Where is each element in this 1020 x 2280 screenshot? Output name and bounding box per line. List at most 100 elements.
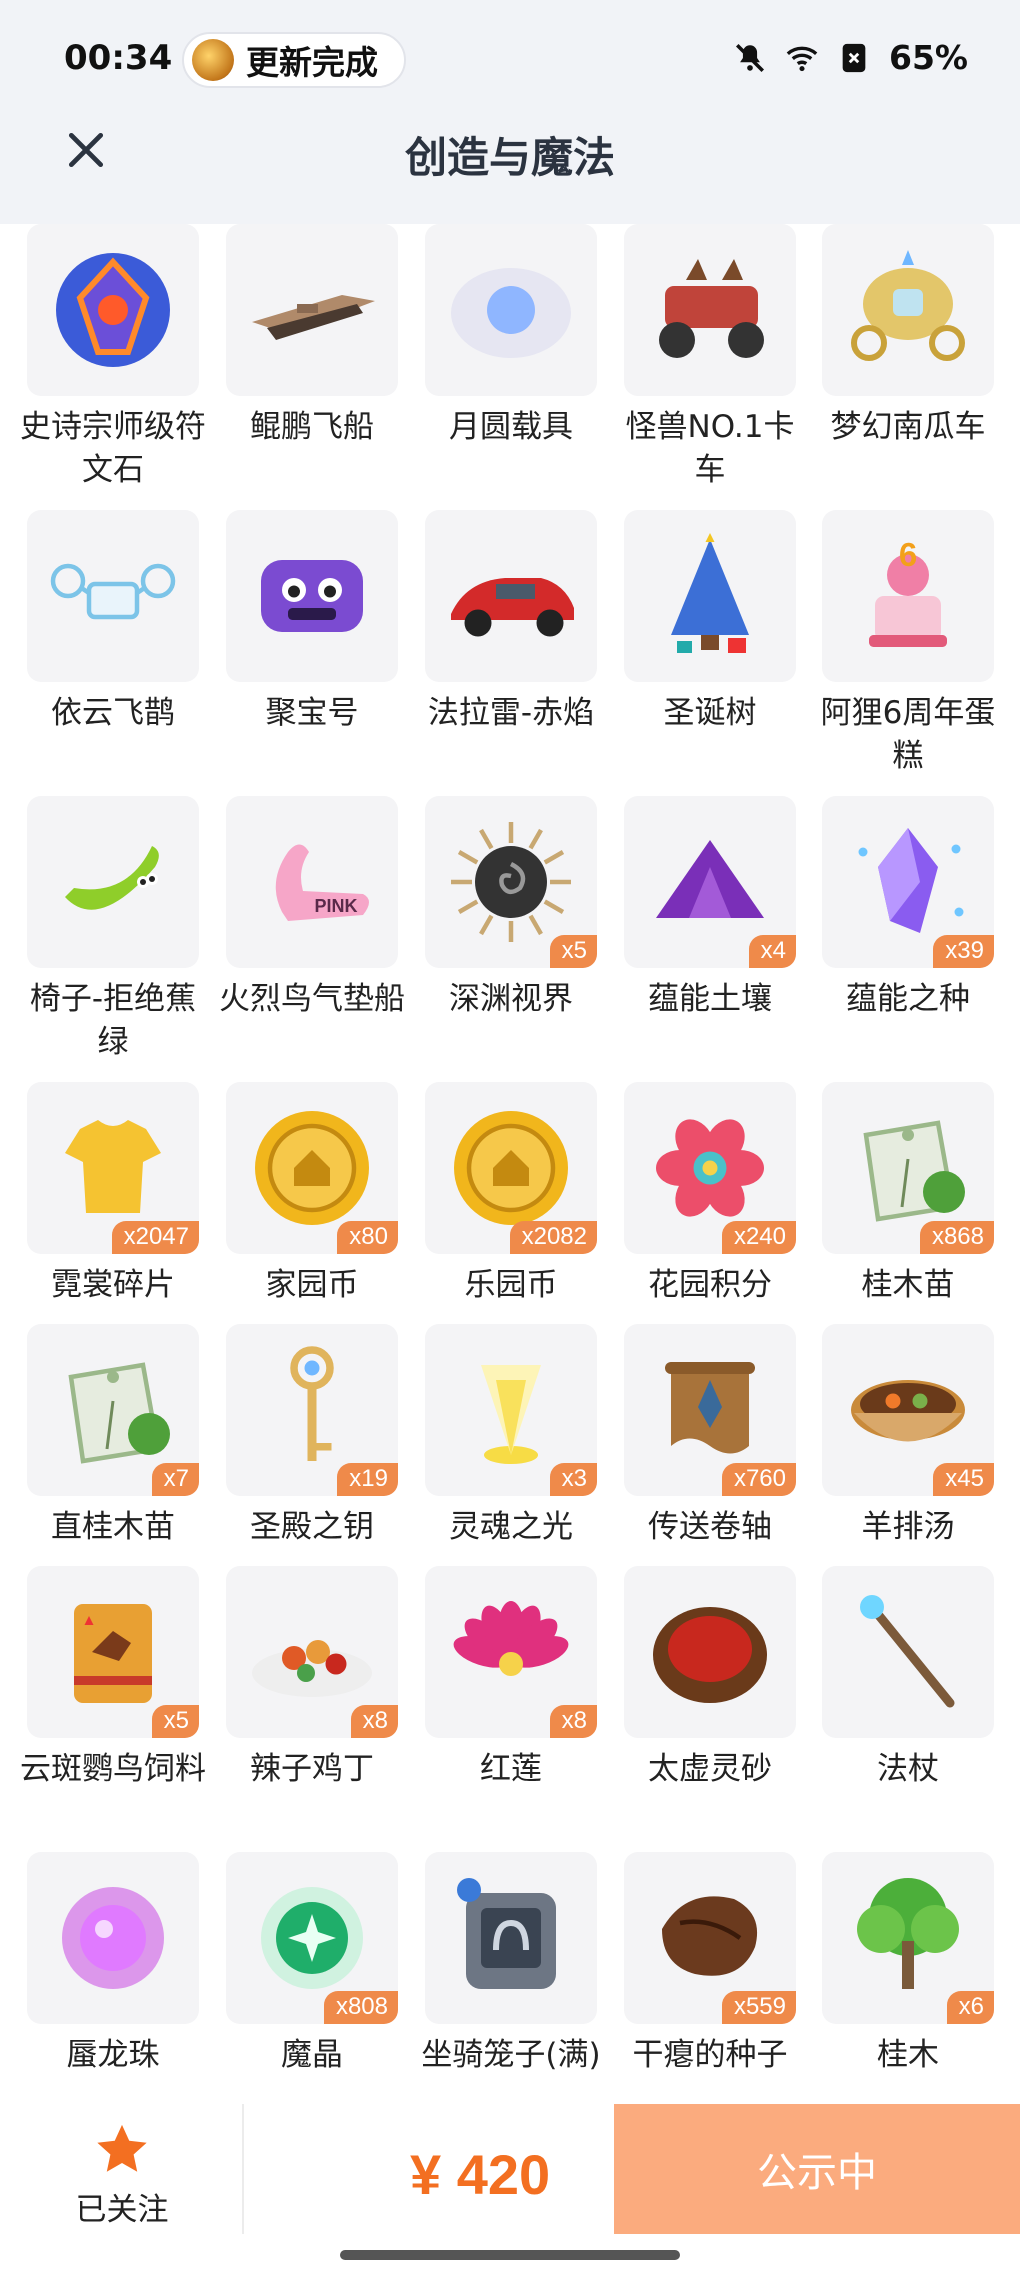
item-card[interactable]: x868 桂木苗: [808, 1082, 1008, 1307]
follow-button[interactable]: 已关注: [60, 2120, 184, 2229]
item-thumbnail: [624, 224, 796, 396]
item-name: 云斑鹦鸟饲料: [20, 1751, 206, 1787]
item-name: 干瘪的种子: [632, 2037, 788, 2073]
item-count-badge: x45: [933, 1463, 994, 1496]
item-card[interactable]: x8 红莲: [411, 1566, 611, 1791]
item-thumbnail: [27, 796, 199, 968]
item-thumbnail: [226, 510, 398, 682]
item-name: 乐园币: [464, 1267, 558, 1303]
page-title: 创造与魔法: [404, 133, 615, 182]
item-thumbnail: [425, 510, 597, 682]
item-thumbnail: x80: [226, 1082, 398, 1254]
item-count-badge: x8: [549, 1705, 597, 1738]
item-card[interactable]: 太虚灵砂: [610, 1566, 810, 1791]
item-name: 魔晶: [281, 2037, 343, 2073]
monster-truck-icon: [659, 259, 764, 358]
item-card[interactable]: 怪兽NO.1卡车: [610, 224, 810, 492]
item-name: 蜃龙珠: [66, 2037, 160, 2073]
mute-icon: [735, 43, 765, 72]
item-card[interactable]: 鲲鹏飞船: [212, 224, 412, 449]
item-name: 法拉雷-赤焰: [427, 695, 595, 731]
top-area: 00:34 更新完成 65% 创造与魔法: [0, 0, 1020, 224]
item-count-badge: x559: [721, 1991, 796, 2024]
item-card[interactable]: 坐骑笼子(满): [411, 1852, 611, 2077]
item-card[interactable]: x240 花园积分: [610, 1082, 810, 1307]
item-name: 直桂木苗: [51, 1509, 175, 1545]
system-icons: 65%: [733, 38, 968, 77]
item-card[interactable]: x2082 乐园币: [411, 1082, 611, 1307]
publicity-status-button[interactable]: 公示中: [614, 2104, 1020, 2234]
item-thumbnail: x6: [822, 1852, 994, 2024]
item-card[interactable]: x45 羊排汤: [808, 1324, 1008, 1549]
bottom-bar: 已关注 ¥ 420 公示中: [0, 2104, 1020, 2234]
item-card[interactable]: x5 云斑鹦鸟饲料: [13, 1566, 213, 1791]
item-card[interactable]: 史诗宗师级符文石: [13, 224, 213, 492]
item-thumbnail: x3: [425, 1324, 597, 1496]
item-thumbnail: [27, 510, 199, 682]
item-thumbnail: x240: [624, 1082, 796, 1254]
item-card[interactable]: 月圆载具: [411, 224, 611, 449]
item-thumbnail: x8: [226, 1566, 398, 1738]
item-card[interactable]: x7 直桂木苗: [13, 1324, 213, 1549]
item-card[interactable]: 椅子-拒绝蕉绿: [13, 796, 213, 1064]
follow-label: 已关注: [75, 2192, 169, 2228]
item-card[interactable]: x80 家园币: [212, 1082, 412, 1307]
item-card[interactable]: 6 阿狸6周年蛋糕: [808, 510, 1008, 778]
item-card[interactable]: 依云飞鹊: [13, 510, 213, 735]
red-sand-icon: [653, 1607, 767, 1703]
item-card[interactable]: x760 传送卷轴: [610, 1324, 810, 1549]
item-name: 桂木: [877, 2037, 939, 2073]
svg-text:6: 6: [899, 536, 917, 573]
item-thumbnail: [822, 1566, 994, 1738]
item-name: 坐骑笼子(满): [421, 2037, 601, 2073]
divider: [242, 2104, 244, 2234]
update-pill[interactable]: 更新完成: [182, 32, 406, 88]
item-card[interactable]: PINK 火烈鸟气垫船: [212, 796, 412, 1021]
item-thumbnail: [425, 1852, 597, 2024]
item-thumbnail: x8: [425, 1566, 597, 1738]
item-name: 蕴能之种: [846, 981, 970, 1017]
item-card[interactable]: x4 蕴能土壤: [610, 796, 810, 1021]
item-thumbnail: [27, 1852, 199, 2024]
battery-percent: 65%: [889, 38, 968, 77]
price: ¥ 420: [410, 2143, 551, 2206]
home-indicator[interactable]: [340, 2250, 680, 2260]
item-card[interactable]: x5 深渊视界: [411, 796, 611, 1021]
item-count-badge: x868: [919, 1221, 994, 1254]
item-card[interactable]: x559 干瘪的种子: [610, 1852, 810, 2077]
item-thumbnail: x45: [822, 1324, 994, 1496]
item-thumbnail: [27, 224, 199, 396]
item-card[interactable]: 法杖: [808, 1566, 1008, 1791]
item-card[interactable]: x19 圣殿之钥: [212, 1324, 412, 1549]
battery-saver-icon: [842, 43, 866, 72]
item-card[interactable]: x3 灵魂之光: [411, 1324, 611, 1549]
item-card[interactable]: x6 桂木: [808, 1852, 1008, 2077]
item-card[interactable]: x8 辣子鸡丁: [212, 1566, 412, 1791]
star-icon: [97, 2124, 147, 2172]
flamingo-float-icon: PINK: [275, 844, 369, 921]
item-card[interactable]: x2047 霓裳碎片: [13, 1082, 213, 1307]
item-card[interactable]: 梦幻南瓜车: [808, 224, 1008, 449]
item-card[interactable]: x808 魔晶: [212, 1852, 412, 2077]
item-card[interactable]: 聚宝号: [212, 510, 412, 735]
treasure-vehicle-icon: [261, 560, 363, 632]
item-thumbnail: x868: [822, 1082, 994, 1254]
item-card[interactable]: x39 蕴能之种: [808, 796, 1008, 1021]
item-thumbnail: x7: [27, 1324, 199, 1496]
svg-text:PINK: PINK: [314, 896, 357, 916]
item-card[interactable]: 圣诞树: [610, 510, 810, 735]
item-thumbnail: PINK: [226, 796, 398, 968]
item-thumbnail: x2082: [425, 1082, 597, 1254]
pumpkin-carriage-icon: [851, 250, 965, 361]
item-card[interactable]: 法拉雷-赤焰: [411, 510, 611, 735]
item-name: 阿狸6周年蛋糕: [820, 695, 996, 774]
item-count-badge: x240: [721, 1221, 796, 1254]
item-thumbnail: x4: [624, 796, 796, 968]
item-thumbnail: [425, 224, 597, 396]
item-thumbnail: x5: [425, 796, 597, 968]
item-count-badge: x5: [151, 1705, 199, 1738]
item-card[interactable]: 蜃龙珠: [13, 1852, 213, 2077]
item-thumbnail: 6: [822, 510, 994, 682]
item-name: 依云飞鹊: [51, 695, 175, 731]
item-thumbnail: x39: [822, 796, 994, 968]
